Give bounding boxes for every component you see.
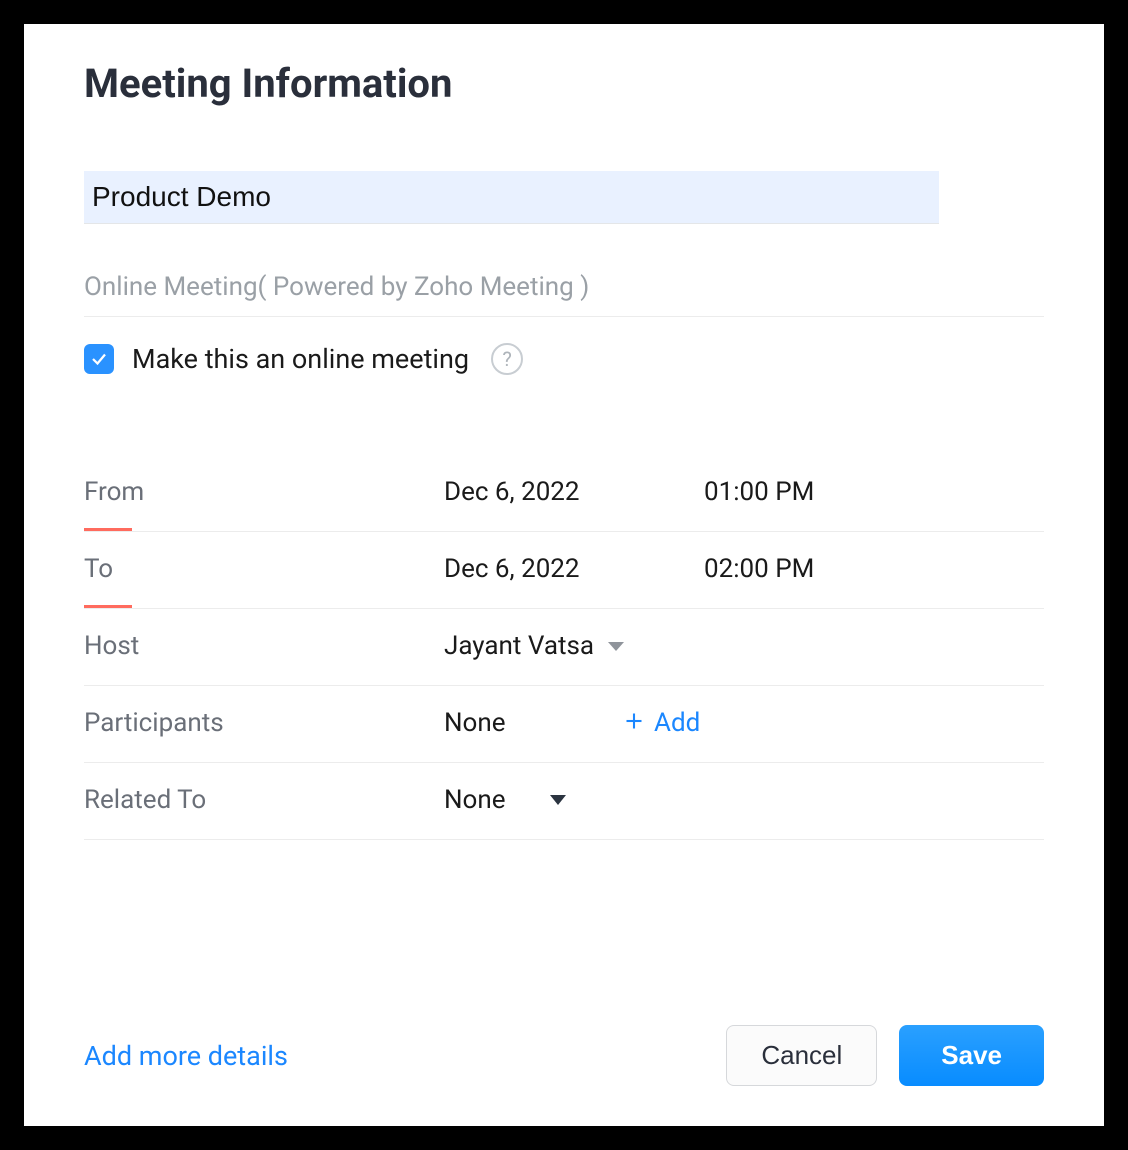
to-time-field[interactable]: 02:00 PM — [704, 554, 814, 584]
related-to-label: Related To — [84, 785, 444, 815]
help-icon[interactable]: ? — [491, 343, 523, 375]
meeting-title-input[interactable] — [84, 171, 939, 224]
meeting-info-panel: Meeting Information Online Meeting( Powe… — [24, 24, 1104, 1126]
participants-row: Participants None Add — [84, 686, 1044, 763]
footer: Add more details Cancel Save — [84, 1025, 1044, 1086]
required-indicator — [84, 605, 132, 608]
online-meeting-checkbox-row: Make this an online meeting ? — [84, 343, 1044, 375]
add-more-details-link[interactable]: Add more details — [84, 1040, 288, 1072]
chevron-down-icon — [608, 642, 624, 651]
host-label: Host — [84, 631, 444, 661]
participants-value: None — [444, 708, 624, 738]
host-value: Jayant Vatsa — [444, 631, 594, 661]
online-meeting-checkbox-label: Make this an online meeting — [132, 343, 469, 375]
from-label: From — [84, 477, 444, 507]
related-to-select[interactable]: None — [444, 785, 566, 815]
host-select[interactable]: Jayant Vatsa — [444, 631, 624, 661]
save-button[interactable]: Save — [899, 1025, 1044, 1086]
from-row: From Dec 6, 2022 01:00 PM — [84, 455, 1044, 532]
from-date-field[interactable]: Dec 6, 2022 — [444, 477, 704, 507]
host-row: Host Jayant Vatsa — [84, 609, 1044, 686]
add-participant-label: Add — [654, 708, 700, 738]
related-to-row: Related To None — [84, 763, 1044, 840]
footer-buttons: Cancel Save — [726, 1025, 1044, 1086]
required-indicator — [84, 528, 132, 531]
plus-icon — [624, 708, 644, 738]
check-icon — [90, 350, 108, 368]
to-label: To — [84, 554, 444, 584]
participants-label: Participants — [84, 708, 444, 738]
cancel-button[interactable]: Cancel — [726, 1025, 877, 1086]
online-meeting-checkbox[interactable] — [84, 344, 114, 374]
online-meeting-section-label: Online Meeting( Powered by Zoho Meeting … — [84, 272, 1044, 317]
chevron-down-icon — [550, 795, 566, 805]
to-row: To Dec 6, 2022 02:00 PM — [84, 532, 1044, 609]
add-participant-button[interactable]: Add — [624, 708, 700, 738]
to-date-field[interactable]: Dec 6, 2022 — [444, 554, 704, 584]
from-time-field[interactable]: 01:00 PM — [704, 477, 814, 507]
page-title: Meeting Information — [84, 60, 1044, 107]
related-to-value: None — [444, 785, 506, 815]
